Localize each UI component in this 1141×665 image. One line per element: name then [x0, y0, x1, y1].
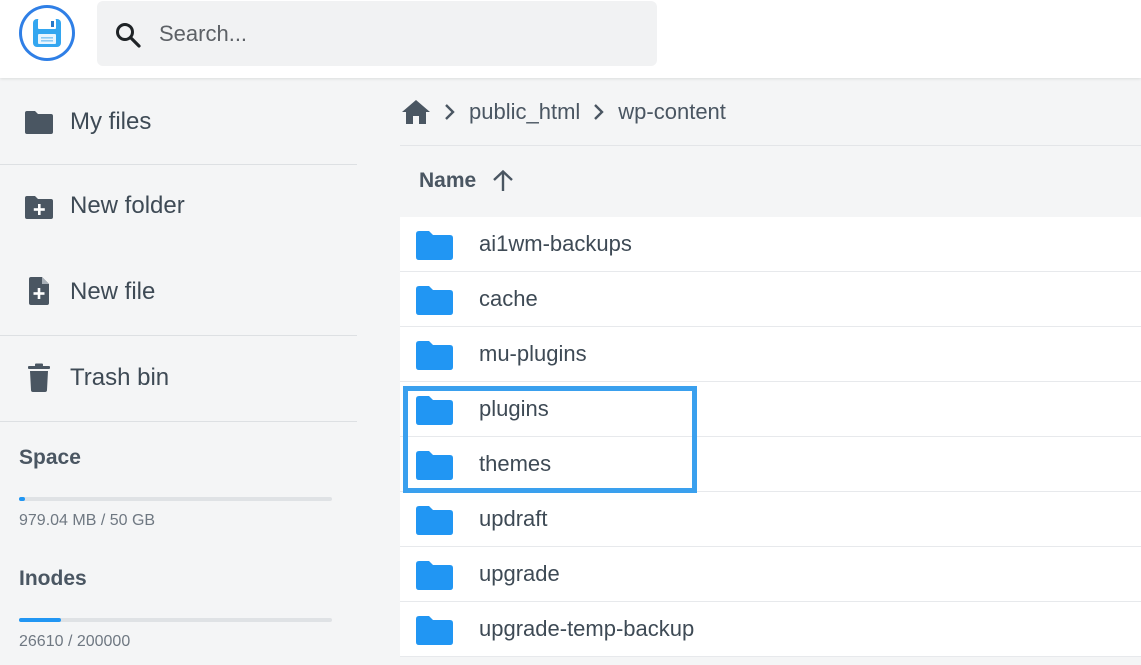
breadcrumb: public_html wp-content	[401, 94, 726, 130]
table-row[interactable]: themes	[400, 437, 1141, 492]
sidebar-divider	[0, 421, 357, 422]
breadcrumb-divider	[400, 145, 1141, 146]
file-name: upgrade-temp-backup	[479, 616, 695, 641]
breadcrumb-item-public-html[interactable]: public_html	[469, 99, 580, 125]
space-usage-text: 979.04 MB / 50 GB	[19, 512, 156, 529]
inodes-progress-fill	[19, 618, 61, 622]
folder-icon	[415, 615, 454, 646]
chevron-right-icon	[437, 97, 463, 127]
folder-icon	[415, 285, 454, 316]
file-name: updraft	[479, 506, 548, 531]
search-box[interactable]	[97, 1, 657, 66]
search-input[interactable]	[157, 1, 637, 66]
folder-icon	[415, 450, 454, 481]
table-row[interactable]: mu-plugins	[400, 327, 1141, 382]
column-header-label: Name	[419, 169, 477, 192]
file-name: plugins	[479, 396, 549, 421]
folder-icon	[415, 230, 454, 261]
sidebar-item-label: Trash bin	[70, 364, 170, 391]
inodes-usage-text: 26610 / 200000	[19, 633, 131, 650]
space-heading: Space	[19, 446, 81, 469]
sidebar: My files New folder New file Trash bin S…	[0, 78, 357, 665]
chevron-right-icon	[586, 97, 612, 127]
breadcrumb-item-wp-content[interactable]: wp-content	[618, 99, 726, 125]
inodes-heading: Inodes	[19, 567, 87, 590]
table-row[interactable]: updraft	[400, 492, 1141, 547]
folder-icon	[415, 395, 454, 426]
file-name: upgrade	[479, 561, 560, 586]
file-browser: public_html wp-content Name ai1wm-backup…	[357, 78, 1141, 665]
sidebar-item-label: My files	[70, 108, 152, 135]
sidebar-item-label: New folder	[70, 192, 185, 219]
table-row[interactable]: cache	[400, 272, 1141, 327]
floppy-disk-icon	[22, 8, 72, 58]
sidebar-item-my-files[interactable]: My files	[0, 100, 357, 144]
space-progress-fill	[19, 497, 25, 501]
home-icon[interactable]	[401, 97, 431, 127]
table-row[interactable]: upgrade-temp-backup	[400, 602, 1141, 657]
search-icon	[114, 21, 142, 49]
sidebar-divider	[0, 164, 357, 165]
table-row[interactable]: upgrade	[400, 547, 1141, 602]
sidebar-divider	[0, 335, 357, 336]
folder-icon	[24, 107, 54, 137]
inodes-progress-bar	[19, 618, 332, 622]
space-progress-bar	[19, 497, 332, 501]
folder-icon	[415, 560, 454, 591]
sidebar-item-trash-bin[interactable]: Trash bin	[0, 356, 357, 400]
file-name: mu-plugins	[479, 341, 587, 366]
sidebar-item-label: New file	[70, 278, 156, 305]
table-row[interactable]: ai1wm-backups	[400, 217, 1141, 272]
folder-icon	[415, 340, 454, 371]
column-header-name[interactable]: Name	[419, 166, 516, 196]
file-name: cache	[479, 286, 538, 311]
file-list: ai1wm-backups cache mu-plugins plugins t…	[400, 217, 1141, 657]
file-plus-icon	[24, 276, 54, 306]
trash-icon	[24, 363, 54, 393]
folder-plus-icon	[24, 192, 54, 222]
file-name: themes	[479, 451, 552, 476]
app-logo[interactable]	[19, 5, 75, 61]
sidebar-item-new-folder[interactable]: New folder	[0, 184, 357, 228]
sidebar-item-new-file[interactable]: New file	[0, 270, 357, 314]
arrow-up-icon	[490, 168, 516, 194]
table-row[interactable]: plugins	[400, 382, 1141, 437]
top-bar	[0, 0, 1141, 78]
folder-icon	[415, 505, 454, 536]
file-name: ai1wm-backups	[479, 231, 632, 256]
